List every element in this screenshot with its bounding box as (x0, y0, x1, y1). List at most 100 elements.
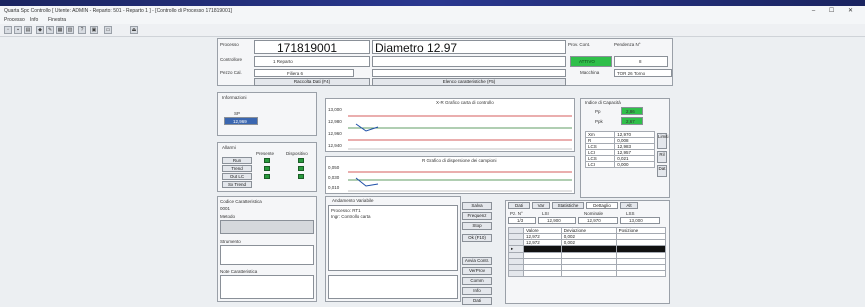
tab-limits[interactable]: Limiti (657, 133, 669, 149)
ok-button[interactable]: Ok (F10) (462, 234, 492, 242)
machine-value: TOR 26 Torno (617, 71, 646, 76)
save-icon[interactable]: ▤ (24, 26, 32, 34)
verprov-button[interactable]: VerProv (462, 267, 492, 275)
alarms-col-device: Dispositivo (286, 151, 308, 156)
variable-text-area[interactable]: Processo: RT1 Ingr: Controllo carta (328, 205, 458, 271)
table-row (508, 270, 667, 277)
characteristic-panel: Codice Caratteristica 0001 Metodo Strume… (217, 196, 317, 302)
r-series (355, 177, 379, 187)
characteristics-list-button[interactable]: Elenco caratteristiche (F5) (372, 78, 566, 86)
row-pointer-icon: ▸ (508, 245, 524, 253)
diameter-field: Diametro 12.97 (372, 40, 566, 55)
tab-dati[interactable]: Dati (508, 202, 530, 209)
status-badge: ATTIVO (570, 56, 612, 67)
alarms-col-present: Presente (256, 151, 275, 156)
part-value: Filiera 6 (287, 71, 304, 76)
part-label: Pezzo Cal. (220, 70, 242, 75)
tab-detail[interactable]: Dettaglio (586, 202, 618, 209)
xr-chart-panel: X-R Grafico carta di controllo 13,000 12… (325, 98, 575, 152)
machine-label: Macchina (580, 70, 600, 75)
edit-icon[interactable]: ✎ (46, 26, 54, 34)
variable-notes-area[interactable] (328, 275, 458, 299)
alarm-indicator (264, 158, 270, 163)
stats-icon[interactable]: ▥ (66, 26, 74, 34)
lss-value: 13,000 (629, 218, 643, 223)
xr-ytick: 12,940 (328, 143, 342, 148)
xr-series (355, 123, 379, 132)
char-code-label: Codice Caratteristica (220, 199, 262, 204)
process-value: 171819001 (277, 41, 338, 55)
xr-ytick: 12,980 (328, 119, 342, 124)
comm-button[interactable]: Comm (462, 277, 492, 285)
menu-info[interactable]: Info (30, 17, 38, 23)
xr-ytick: 13,000 (328, 107, 342, 112)
limits-row: LCI 0,000 (584, 161, 655, 168)
tab-dat[interactable]: Dat (657, 165, 667, 177)
process-label: Processo (220, 42, 239, 47)
status-value: ATTIVO (579, 59, 595, 64)
alarm-run[interactable]: Run (222, 157, 252, 164)
monitor-icon[interactable]: ▭ (104, 26, 112, 34)
r-ytick: 0,050 (328, 165, 340, 170)
pending-label: Pendenza N° (614, 42, 641, 47)
data-button[interactable]: Dati (462, 297, 492, 305)
window-controls[interactable]: – ☐ ✕ (812, 7, 859, 14)
lss-label: LSS (626, 211, 635, 216)
char-code-value: 0001 (220, 206, 231, 211)
alarm-out-lc[interactable]: Out LC (222, 173, 252, 180)
tab-var[interactable]: Var (532, 202, 550, 209)
print-icon[interactable]: ▦ (56, 26, 64, 34)
process-field: 171819001 (254, 40, 370, 55)
ppk-label: Ppk (595, 119, 603, 124)
help-icon[interactable]: ? (78, 26, 86, 34)
exit-icon[interactable]: ⏏ (130, 26, 138, 34)
save-button[interactable]: Salva (462, 202, 492, 210)
nominal-label: Nominale (584, 211, 604, 216)
start-control-button[interactable]: Avvia Contr. (462, 257, 492, 265)
open-icon[interactable]: ▪ (14, 26, 22, 34)
menu-finestra[interactable]: Finestra (48, 17, 66, 23)
info-button[interactable]: Info (462, 287, 492, 295)
tab-ril[interactable]: Ril (657, 151, 667, 163)
table-row-selected: ▸ (508, 245, 667, 253)
measurements-table: Valore Deviazione Posizione 12,972 0,002… (508, 227, 667, 277)
alarm-indicator (298, 174, 304, 179)
lss-field: 13,000 (620, 217, 660, 224)
tab-alt[interactable]: Alt (620, 202, 638, 209)
tab-statistics[interactable]: Statistiche (552, 202, 584, 209)
part-detail-field (372, 69, 566, 77)
alarm-trend[interactable]: Trend (222, 165, 252, 172)
pending-field: 8 (614, 56, 668, 67)
alarms-panel: Allarmi Presente Dispositivo Run Trend O… (217, 142, 317, 192)
pp-field: 2,86 (621, 107, 643, 115)
info-panel: Informazioni SP 12,969 (217, 92, 317, 136)
collect-data-button[interactable]: Raccolta Dati (F4) (254, 78, 370, 86)
alarms-title: Allarmi (222, 145, 236, 150)
menu-processo[interactable]: Processo (4, 17, 25, 23)
stop-button[interactable]: Stop (462, 222, 492, 230)
folder-icon[interactable]: ▣ (90, 26, 98, 34)
new-icon[interactable]: ▫ (4, 26, 12, 34)
instrument-field (220, 245, 314, 265)
variable-line: Ingr: Controllo carta (331, 214, 371, 219)
nominal-value: 12,970 (587, 218, 601, 223)
xr-ytick: 12,960 (328, 131, 342, 136)
diameter-value: Diametro 12.97 (375, 41, 458, 55)
machine-field: TOR 26 Torno (614, 69, 672, 77)
controller-label: Controllore (220, 57, 243, 62)
r-chart-panel: R Grafico di dispersione dei campioni 0,… (325, 156, 575, 194)
alarm-sx-trend[interactable]: Sx Trend (222, 181, 252, 188)
limit-label: LCI (584, 161, 616, 168)
char-notes-label: Note Caratteristica (220, 269, 258, 274)
sp-label: SP (234, 111, 241, 116)
variable-line: Processo: RT1 (331, 208, 361, 213)
r-ytick: 0,030 (328, 175, 340, 180)
frequency-button[interactable]: Frequenz (462, 212, 492, 220)
toolbar: ▫ ▪ ▤ ◆ ✎ ▦ ▥ ? ▣ ▭ ⏏ (0, 24, 865, 37)
chart-icon[interactable]: ◆ (36, 26, 44, 34)
alarm-indicator (264, 166, 270, 171)
prov-label: Prov. Cont. (568, 42, 591, 47)
method-label: Metodo (220, 214, 236, 219)
limits-table: Xm 12,970 R 0,008 LCS 12,983 LCI 12,957 LCS 0… (584, 131, 655, 168)
r-chart-plot (348, 171, 572, 192)
